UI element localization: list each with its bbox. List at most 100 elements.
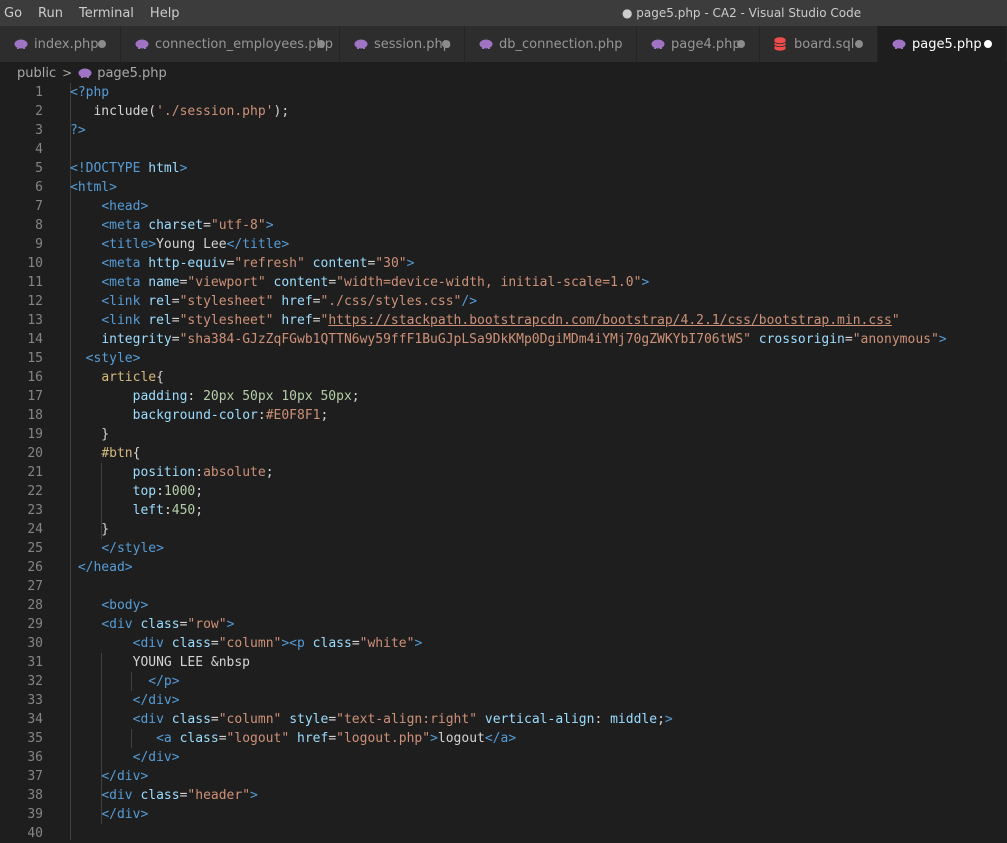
unsaved-dot-icon[interactable]: [98, 40, 106, 48]
code-line[interactable]: 5 <!DOCTYPE html>: [0, 159, 1007, 178]
code-token: ;: [265, 465, 274, 480]
code-token: >: [430, 731, 438, 746]
code-line[interactable]: 12 <link rel="stylesheet" href="./css/st…: [0, 292, 1007, 311]
line-number: 2: [35, 104, 43, 119]
code-line[interactable]: 25 </style>: [0, 539, 1007, 558]
code-line[interactable]: 37 </div>: [0, 767, 1007, 786]
code-line[interactable]: 10 <meta http-equiv="refresh" content="3…: [0, 254, 1007, 273]
code-token: :: [156, 484, 164, 499]
code-token: ><p: [281, 636, 313, 651]
code-line[interactable]: 27: [0, 577, 1007, 596]
code-line[interactable]: 24 }: [0, 520, 1007, 539]
code-token: =: [218, 731, 227, 746]
code-token: 450: [171, 503, 196, 518]
tab-page5-php[interactable]: page5.php: [878, 26, 1007, 62]
php-elephant-icon: [14, 37, 28, 51]
code-token: =: [171, 313, 180, 328]
code-text: top:1000;: [70, 482, 203, 501]
unsaved-dot-icon[interactable]: [737, 40, 745, 48]
code-line[interactable]: 4: [0, 140, 1007, 159]
code-text: <head>: [70, 197, 148, 216]
code-line[interactable]: 9 <title>Young Lee</title>: [0, 235, 1007, 254]
code-line[interactable]: 30 <div class="column"><p class="white">: [0, 634, 1007, 653]
line-number: 29: [27, 617, 43, 632]
code-line[interactable]: 8 <meta charset="utf-8">: [0, 216, 1007, 235]
unsaved-dot-icon[interactable]: [984, 40, 992, 48]
code-token: "utf-8": [210, 218, 266, 233]
code-line[interactable]: 18 background-color:#E0F8F1;: [0, 406, 1007, 425]
menu-item-run[interactable]: Run: [30, 0, 71, 26]
code-line[interactable]: 20 #btn{: [0, 444, 1007, 463]
unsaved-dot-icon[interactable]: [442, 40, 450, 48]
php-elephant-icon: [354, 37, 368, 51]
code-line[interactable]: 32 </p>: [0, 672, 1007, 691]
code-line[interactable]: 33 </div>: [0, 691, 1007, 710]
breadcrumb-file[interactable]: page5.php: [97, 66, 167, 81]
php-elephant-icon: [135, 37, 149, 51]
code-line[interactable]: 3 ?>: [0, 121, 1007, 140]
code-token: YOUNG LEE &nbsp: [70, 655, 251, 670]
code-token: ;: [195, 503, 204, 518]
code-line[interactable]: 19 }: [0, 425, 1007, 444]
tab-session-php[interactable]: session.php: [340, 26, 465, 62]
code-line[interactable]: 26 </head>: [0, 558, 1007, 577]
tab-page4-php[interactable]: page4.php: [637, 26, 760, 62]
code-token: :: [195, 465, 204, 480]
code-line[interactable]: 29 <div class="row">: [0, 615, 1007, 634]
code-token: <title>: [101, 237, 157, 252]
code-line[interactable]: 28 <body>: [0, 596, 1007, 615]
code-line[interactable]: 23 left:450;: [0, 501, 1007, 520]
code-token: class: [140, 617, 180, 632]
code-line[interactable]: 11 <meta name="viewport" content="width=…: [0, 273, 1007, 292]
code-token: >: [406, 256, 415, 271]
code-line[interactable]: 38 <div class="header">: [0, 786, 1007, 805]
code-token: content: [312, 256, 368, 271]
code-line[interactable]: 17 padding: 20px 50px 10px 50px;: [0, 387, 1007, 406]
code-editor[interactable]: 1 <?php 2 include('./session.php'); 3 ?> 4 5 <!…: [0, 83, 1007, 843]
code-line[interactable]: 6 <html>: [0, 178, 1007, 197]
code-line[interactable]: 2 include('./session.php');: [0, 102, 1007, 121]
tab-connection-employees-php[interactable]: connection_employees.php: [121, 26, 340, 62]
unsaved-dot-icon[interactable]: [855, 40, 863, 48]
line-number: 33: [27, 693, 43, 708]
code-line[interactable]: 35 <a class="logout" href="logout.php">l…: [0, 729, 1007, 748]
code-line[interactable]: 36 </div>: [0, 748, 1007, 767]
code-line[interactable]: 34 <div class="column" style="text-align…: [0, 710, 1007, 729]
menu-item-help[interactable]: Help: [142, 0, 188, 26]
title-bar: Go Run Terminal Help ● page5.php - CA2 - Vi…: [0, 0, 1007, 26]
code-token: #btn: [101, 446, 133, 461]
menu-item-go[interactable]: Go: [0, 0, 30, 26]
code-token: class: [171, 636, 211, 651]
line-number: 39: [27, 807, 43, 822]
code-line[interactable]: 15 <style>: [0, 349, 1007, 368]
code-token: rel: [148, 294, 172, 309]
code-line[interactable]: 14 integrity="sha384-GJzZqFGwb1QTTN6wy59…: [0, 330, 1007, 349]
code-text: <style>: [70, 349, 141, 368]
code-line[interactable]: 1 <?php: [0, 83, 1007, 102]
code-line[interactable]: 31 YOUNG LEE &nbsp: [0, 653, 1007, 672]
code-token: </head>: [77, 560, 133, 575]
code-line[interactable]: 21 position:absolute;: [0, 463, 1007, 482]
code-token: =: [210, 712, 219, 727]
code-line[interactable]: 7 <head>: [0, 197, 1007, 216]
code-line[interactable]: 40: [0, 824, 1007, 843]
breadcrumb-folder[interactable]: public: [17, 66, 56, 81]
unsaved-dot-icon[interactable]: [317, 40, 325, 48]
tab-label: board.sql: [794, 36, 855, 52]
code-line[interactable]: 16 article{: [0, 368, 1007, 387]
code-token: </p>: [148, 674, 180, 689]
code-token[interactable]: https://stackpath.bootstrapcdn.com/boots…: [328, 313, 892, 328]
code-token: "sha384-GJzZqFGwb1QTTN6wy59ffF1BuGJpLSa9…: [179, 332, 751, 347]
code-line[interactable]: 39 </div>: [0, 805, 1007, 824]
tab-board-sql[interactable]: board.sql: [760, 26, 878, 62]
code-line[interactable]: 22 top:1000;: [0, 482, 1007, 501]
tab-index-php[interactable]: index.php: [0, 26, 121, 62]
code-token: class: [140, 788, 180, 803]
code-line[interactable]: 13 <link rel="stylesheet" href="https://…: [0, 311, 1007, 330]
code-text: <div class="column" style="text-align:ri…: [70, 710, 673, 729]
tab-db-connection-php[interactable]: db_connection.php: [465, 26, 637, 62]
menu-item-terminal[interactable]: Terminal: [71, 0, 142, 26]
